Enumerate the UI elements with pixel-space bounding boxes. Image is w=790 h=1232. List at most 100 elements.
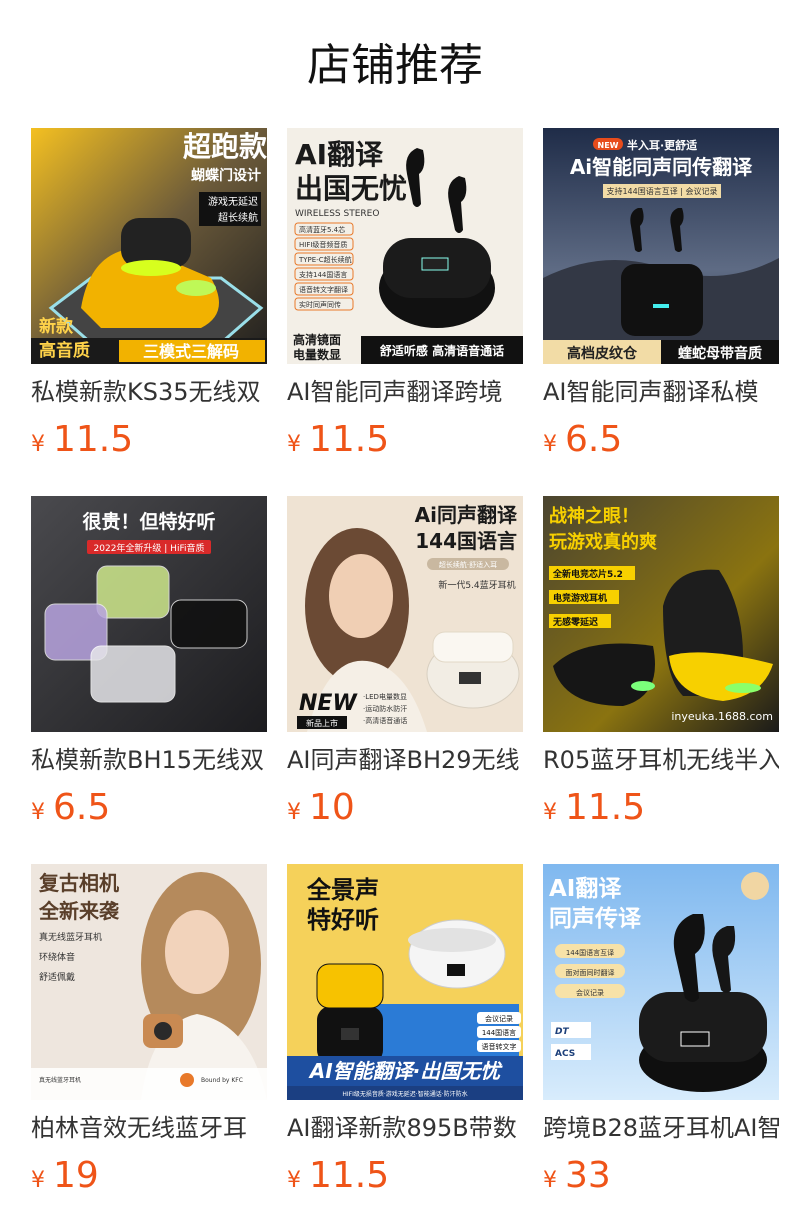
svg-text:语音转文字翻译: 语音转文字翻译 [299,285,348,294]
price-value: 11.5 [53,419,134,460]
svg-text:会议记录: 会议记录 [576,988,604,997]
product-price: ¥6.5 [31,786,110,830]
product-name[interactable]: AI智能同声翻译跨境 [287,376,523,408]
svg-text:电竞游戏耳机: 电竞游戏耳机 [553,592,607,604]
product-card[interactable]: 复古相机 全新来袭 真无线蓝牙耳机 环绕体音 舒适佩戴 真无线蓝牙耳机 Boun… [31,864,267,1204]
svg-text:新品上市: 新品上市 [306,718,338,728]
product-image[interactable]: 复古相机 全新来袭 真无线蓝牙耳机 环绕体音 舒适佩戴 真无线蓝牙耳机 Boun… [31,864,267,1100]
product-name[interactable]: AI智能同声翻译私模 [543,376,779,408]
price-value: 11.5 [309,1155,390,1196]
svg-text:WIRELESS STEREO: WIRELESS STEREO [295,209,379,219]
product-price: ¥11.5 [543,786,645,830]
svg-text:无感零延迟: 无感零延迟 [552,616,598,628]
currency-symbol: ¥ [543,800,557,825]
svg-text:Bound by KFC: Bound by KFC [201,1077,243,1084]
svg-text:全新电竞芯片5.2: 全新电竞芯片5.2 [552,568,623,580]
product-image[interactable]: AI翻译 出国无忧 WIRELESS STEREO 高清蓝牙5.4芯 HIFI级… [287,128,523,364]
product-name[interactable]: 私模新款BH15无线双 [31,744,267,776]
svg-text:同声传译: 同声传译 [549,906,642,932]
product-image[interactable]: 很贵！但特好听 2022年全新升级 | HiFi音质 [31,496,267,732]
svg-text:全景声: 全景声 [306,876,379,904]
svg-text:实时同声同传: 实时同声同传 [299,300,341,309]
svg-text:·高清语音通话: ·高清语音通话 [363,716,407,725]
svg-text:2022年全新升级 | HiFi音质: 2022年全新升级 | HiFi音质 [94,542,205,554]
svg-text:复古相机: 复古相机 [38,871,119,895]
price-value: 11.5 [565,787,646,828]
svg-text:蝴蝶门设计: 蝴蝶门设计 [191,167,261,184]
svg-text:高清镜面: 高清镜面 [293,332,341,347]
price-value: 33 [565,1155,611,1196]
svg-text:环绕体音: 环绕体音 [39,951,75,963]
svg-text:·LED电量数显: ·LED电量数显 [363,692,407,701]
currency-symbol: ¥ [287,432,301,457]
svg-text:会议记录: 会议记录 [485,1014,513,1023]
svg-text:三模式三解码: 三模式三解码 [143,342,239,361]
svg-text:AI翻译: AI翻译 [295,138,384,171]
product-price: ¥6.5 [543,418,622,462]
product-image[interactable]: 超跑款 蝴蝶门设计 游戏无延迟 超长续航 新款 高音质 三模式三解码 [31,128,267,364]
product-card[interactable]: AI翻译 出国无忧 WIRELESS STEREO 高清蓝牙5.4芯 HIFI级… [287,128,523,468]
product-name[interactable]: 跨境B28蓝牙耳机AI智 [543,1112,779,1144]
svg-text:支持144国语言: 支持144国语言 [299,270,347,279]
svg-text:144国语言互译: 144国语言互译 [566,948,614,957]
svg-text:游戏无延迟: 游戏无延迟 [208,195,258,208]
product-price: ¥33 [543,1154,611,1198]
price-value: 11.5 [309,419,390,460]
svg-text:语音转文字: 语音转文字 [482,1042,517,1051]
product-card[interactable]: NEW 半入耳·更舒适 Ai智能同声同传翻译 支持144国语言互译 | 会议记录… [543,128,779,468]
svg-text:AI翻译: AI翻译 [549,876,622,902]
product-card[interactable]: AI翻译 同声传译 144国语言互译 面对面同时翻译 会议记录 DT ACS 跨… [543,864,779,1204]
price-value: 6.5 [53,787,111,828]
product-name[interactable]: AI翻译新款895B带数 [287,1112,523,1144]
overlay-text: 超跑款 [183,130,267,163]
svg-text:ACS: ACS [555,1049,575,1059]
product-name[interactable]: 私模新款KS35无线双 [31,376,267,408]
svg-text:Ai智能同声同传翻译: Ai智能同声同传翻译 [570,155,753,179]
price-value: 6.5 [565,419,623,460]
currency-symbol: ¥ [31,800,45,825]
product-card[interactable]: 全景声 特好听 会议记录 144国语言 语音转文字 AI智能翻译·出国无忧 HI… [287,864,523,1204]
svg-text:新一代5.4蓝牙耳机: 新一代5.4蓝牙耳机 [438,579,515,591]
product-image[interactable]: Ai同声翻译 144国语言 超长续航·舒适入耳 新一代5.4蓝牙耳机 NEW 新… [287,496,523,732]
svg-text:HIFI级音频音质: HIFI级音频音质 [299,240,347,249]
currency-symbol: ¥ [543,432,557,457]
product-image[interactable]: 战神之眼！ 玩游戏真的爽 全新电竞芯片5.2 电竞游戏耳机 无感零延迟 inye… [543,496,779,732]
currency-symbol: ¥ [31,1168,45,1193]
product-price: ¥11.5 [287,418,389,462]
svg-text:DT: DT [555,1027,569,1037]
svg-text:HIFI级无损音质·游戏无延迟·智能通话·防汗防水: HIFI级无损音质·游戏无延迟·智能通话·防汗防水 [342,1090,467,1098]
svg-text:支持144国语言互译 | 会议记录: 支持144国语言互译 | 会议记录 [606,186,717,196]
product-card[interactable]: 超跑款 蝴蝶门设计 游戏无延迟 超长续航 新款 高音质 三模式三解码 私模新款K… [31,128,267,468]
svg-text:舒适听感 高清语音通话: 舒适听感 高清语音通话 [379,343,504,358]
product-price: ¥11.5 [31,418,133,462]
currency-symbol: ¥ [287,800,301,825]
svg-text:144国语言: 144国语言 [482,1028,516,1037]
product-image[interactable]: AI翻译 同声传译 144国语言互译 面对面同时翻译 会议记录 DT ACS [543,864,779,1100]
svg-text:舒适佩戴: 舒适佩戴 [39,971,75,983]
svg-text:inyeuka.1688.com: inyeuka.1688.com [671,710,773,723]
product-price: ¥11.5 [287,1154,389,1198]
svg-text:NEW: NEW [299,691,358,716]
product-card[interactable]: Ai同声翻译 144国语言 超长续航·舒适入耳 新一代5.4蓝牙耳机 NEW 新… [287,496,523,836]
svg-text:面对面同时翻译: 面对面同时翻译 [566,968,615,977]
svg-text:超长续航: 超长续航 [218,211,258,224]
svg-text:真无线蓝牙耳机: 真无线蓝牙耳机 [39,1076,81,1084]
page-title: 店铺推荐 [307,40,483,91]
currency-symbol: ¥ [31,432,45,457]
product-card[interactable]: 战神之眼！ 玩游戏真的爽 全新电竞芯片5.2 电竞游戏耳机 无感零延迟 inye… [543,496,779,836]
svg-text:144国语言: 144国语言 [415,529,517,553]
product-image[interactable]: 全景声 特好听 会议记录 144国语言 语音转文字 AI智能翻译·出国无忧 HI… [287,864,523,1100]
price-value: 19 [53,1155,99,1196]
product-name[interactable]: 柏林音效无线蓝牙耳 [31,1112,267,1144]
svg-text:很贵！但特好听: 很贵！但特好听 [82,510,215,533]
svg-text:NEW: NEW [598,141,619,150]
product-name[interactable]: R05蓝牙耳机无线半入 [543,744,779,776]
product-image[interactable]: NEW 半入耳·更舒适 Ai智能同声同传翻译 支持144国语言互译 | 会议记录… [543,128,779,364]
svg-text:AI智能翻译·出国无忧: AI智能翻译·出国无忧 [308,1059,504,1083]
svg-text:全新来袭: 全新来袭 [38,899,120,923]
product-price: ¥10 [287,786,355,830]
svg-text:真无线蓝牙耳机: 真无线蓝牙耳机 [39,931,102,943]
svg-text:TYPE-C超长续航: TYPE-C超长续航 [298,255,352,264]
product-name[interactable]: AI同声翻译BH29无线 [287,744,523,776]
product-card[interactable]: 很贵！但特好听 2022年全新升级 | HiFi音质 私模新款BH15无线双 ¥… [31,496,267,836]
